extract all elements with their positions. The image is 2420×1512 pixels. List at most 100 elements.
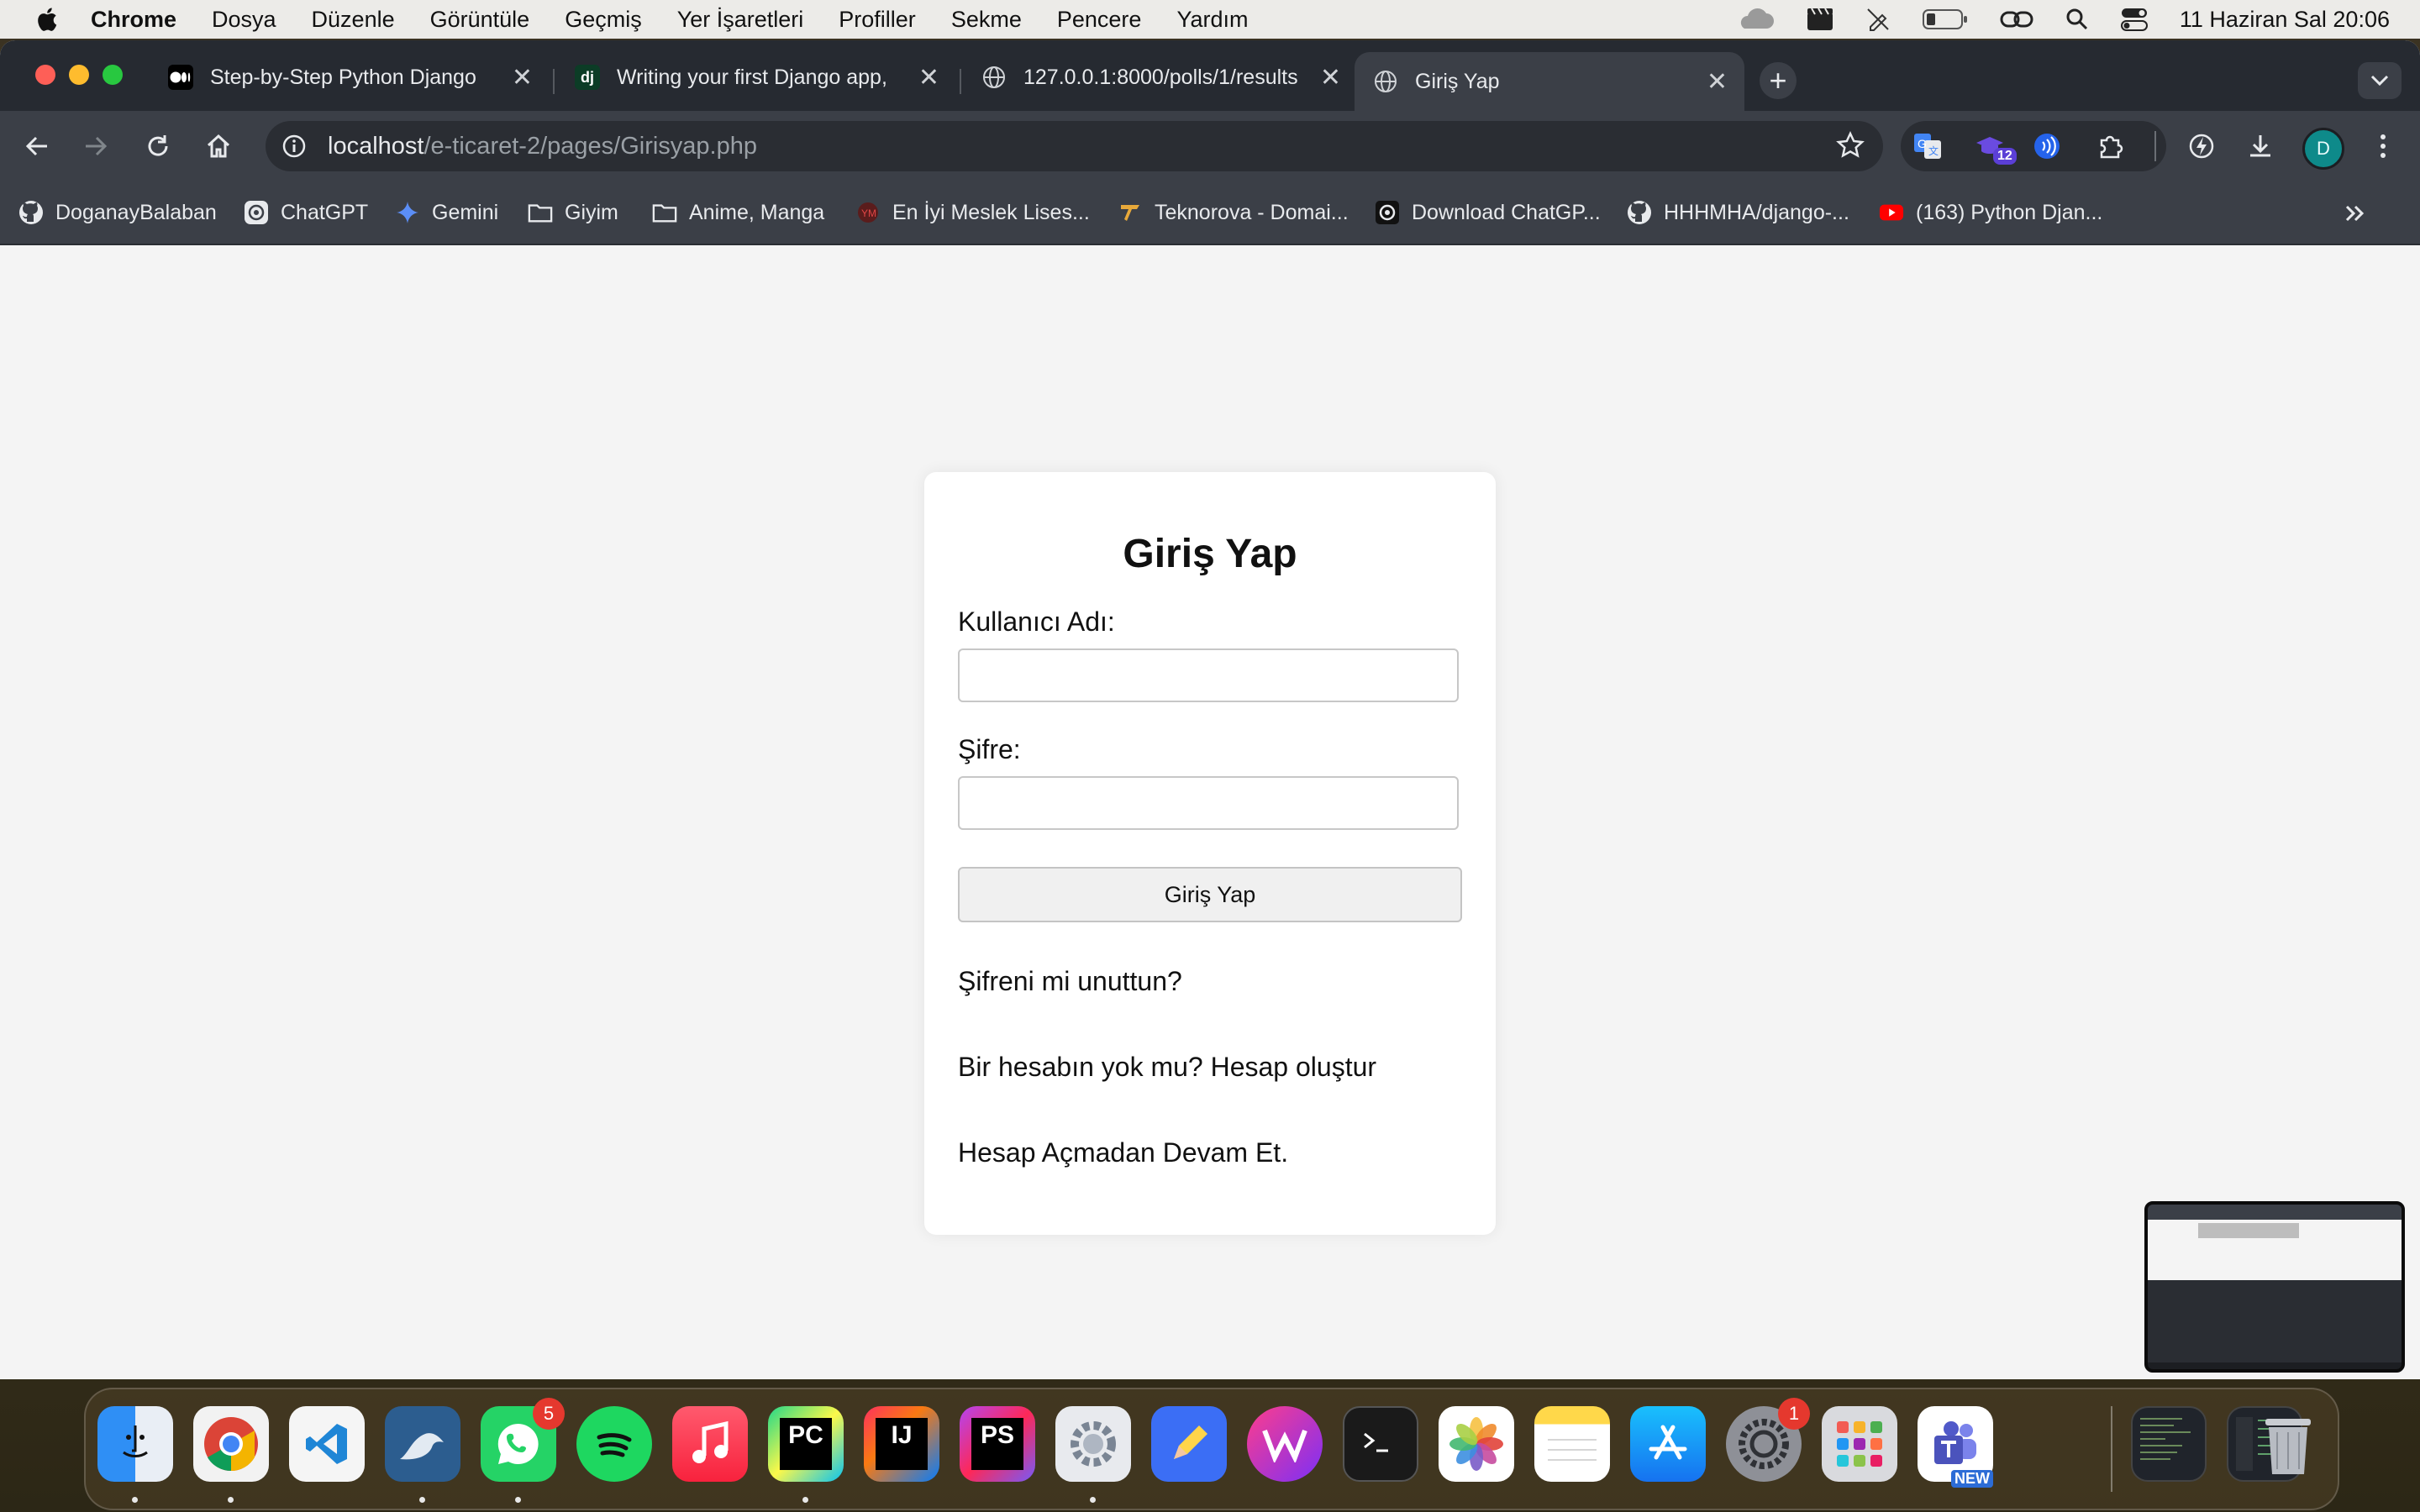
running-indicator [132, 1497, 138, 1503]
youtube-icon [1879, 200, 1904, 225]
cloud-icon[interactable] [1734, 8, 1775, 30]
bookmark-teknorova[interactable]: Teknorova - Domai... [1118, 197, 1349, 228]
chrome-menu-icon[interactable] [2363, 126, 2403, 166]
running-indicator [1090, 1497, 1096, 1503]
link-icon[interactable] [2000, 8, 2033, 31]
forward-button[interactable] [76, 126, 116, 166]
terminal-icon[interactable] [1343, 1406, 1418, 1482]
site-info-icon[interactable] [279, 131, 309, 161]
bookmark-gemini[interactable]: Gemini [395, 197, 498, 228]
audio-extension-icon[interactable] [2027, 126, 2067, 166]
menu-help[interactable]: Yardım [1176, 7, 1248, 33]
menu-app-name[interactable]: Chrome [91, 7, 176, 33]
close-tab-icon[interactable]: ✕ [1707, 67, 1728, 97]
control-center-icon[interactable] [2120, 7, 2148, 32]
bookmark-star-icon[interactable] [1836, 131, 1865, 164]
tab-polls-results[interactable]: 127.0.0.1:8000/polls/1/results ✕ [963, 52, 1358, 102]
home-button[interactable] [198, 126, 239, 166]
address-bar[interactable]: localhost/e-ticaret-2/pages/Girisyap.php [266, 121, 1883, 171]
spotlight-search-icon[interactable] [2065, 8, 2089, 31]
tab-search-button[interactable] [2358, 62, 2402, 99]
no-pen-icon[interactable] [1865, 7, 1891, 32]
bookmark-folder-anime-manga[interactable]: Anime, Manga [652, 197, 824, 228]
tab-writing-first-django-app[interactable]: dj Writing your first Django app, ✕ [556, 52, 956, 102]
reload-button[interactable] [138, 126, 178, 166]
trash-icon[interactable] [2250, 1406, 2326, 1482]
apple-icon[interactable] [34, 6, 59, 33]
menu-view[interactable]: Görüntüle [430, 7, 530, 33]
bookmark-chatgpt[interactable]: ChatGPT [244, 197, 368, 228]
notes-icon[interactable] [1534, 1406, 1610, 1482]
menu-bookmarks[interactable]: Yer İşaretleri [677, 7, 804, 33]
menu-file[interactable]: Dosya [212, 7, 276, 33]
pencil-app-icon[interactable] [1151, 1406, 1227, 1482]
app-store-icon[interactable] [1630, 1406, 1706, 1482]
login-submit-button[interactable]: Giriş Yap [958, 867, 1462, 922]
menu-tab[interactable]: Sekme [951, 7, 1022, 33]
intellij-icon[interactable]: IJ [864, 1406, 939, 1482]
tab-separator [553, 69, 555, 94]
extensions-puzzle-icon[interactable] [2091, 126, 2131, 166]
openai-icon [1375, 200, 1400, 225]
download-icon[interactable] [2240, 126, 2281, 166]
menu-edit[interactable]: Düzenle [312, 7, 395, 33]
profile-avatar[interactable]: D [2302, 128, 2344, 170]
battery-icon[interactable] [1922, 8, 1968, 30]
menu-history[interactable]: Geçmiş [565, 7, 642, 33]
create-account-link[interactable]: Bir hesabın yok mu? Hesap oluştur [958, 1052, 1376, 1083]
screenshot-thumbnail[interactable] [2144, 1201, 2405, 1373]
tab-giris-yap[interactable]: Giriş Yap ✕ [1355, 52, 1744, 111]
bookmark-hhhmha-django[interactable]: HHHMHA/django-... [1627, 197, 1849, 228]
close-tab-icon[interactable]: ✕ [918, 63, 939, 92]
mysql-workbench-icon[interactable] [385, 1406, 460, 1482]
google-translate-icon[interactable]: G文 [1907, 126, 1948, 166]
vscode-icon[interactable] [289, 1406, 365, 1482]
music-icon[interactable] [672, 1406, 748, 1482]
minimized-window-thumbnail[interactable] [2131, 1406, 2207, 1482]
clapper-icon[interactable] [1807, 8, 1833, 31]
performance-icon[interactable] [2181, 126, 2222, 166]
bookmark-doganaybalaban[interactable]: DoganayBalaban [18, 197, 217, 228]
address-url: localhost/e-ticaret-2/pages/Girisyap.php [328, 133, 757, 160]
username-input[interactable] [958, 648, 1459, 702]
page-viewport: Giriş Yap Kullanıcı Adı: Şifre: Giriş Ya… [0, 245, 2420, 1379]
bookmark-folder-giyim[interactable]: Giyim [528, 197, 618, 228]
bookmark-download-chatgpt[interactable]: Download ChatGP... [1375, 197, 1601, 228]
menu-clock[interactable]: 11 Haziran Sal 20:06 [2180, 7, 2390, 33]
more-bookmarks-chevron-icon[interactable] [2344, 198, 2366, 231]
running-indicator [802, 1497, 808, 1503]
password-input[interactable] [958, 776, 1459, 830]
gemini-icon [395, 200, 420, 225]
menu-window[interactable]: Pencere [1057, 7, 1142, 33]
site-icon: YM [855, 200, 881, 225]
spotify-icon[interactable] [576, 1406, 652, 1482]
pycharm-icon[interactable]: PC [768, 1406, 844, 1482]
settings-badge: 1 [1778, 1398, 1810, 1430]
login-title: Giriş Yap [1123, 532, 1297, 576]
finder-icon[interactable] [97, 1406, 173, 1482]
tab-title: Writing your first Django app, [617, 65, 887, 89]
forgot-password-link[interactable]: Şifreni mi unuttun? [958, 966, 1182, 997]
zoom-window-button[interactable] [103, 65, 123, 85]
new-tab-button[interactable]: + [1760, 62, 1797, 99]
tab-step-by-step-django[interactable]: Step-by-Step Python Django ✕ [150, 52, 550, 102]
system-utility-gear-icon[interactable] [1055, 1406, 1131, 1482]
svg-text:YM: YM [861, 207, 876, 219]
back-button[interactable] [17, 126, 57, 166]
phpstorm-icon[interactable]: PS [960, 1406, 1035, 1482]
close-window-button[interactable] [35, 65, 55, 85]
close-tab-icon[interactable]: ✕ [512, 63, 533, 92]
bookmark-python-django-youtube[interactable]: (163) Python Djan... [1879, 197, 2102, 228]
vectorize-app-icon[interactable] [1247, 1406, 1323, 1482]
continue-as-guest-link[interactable]: Hesap Açmadan Devam Et. [958, 1137, 1288, 1168]
extension-badge: 12 [1993, 148, 2017, 165]
photos-icon[interactable] [1439, 1406, 1514, 1482]
bookmark-meslek-lisesi[interactable]: YM En İyi Meslek Lises... [855, 197, 1090, 228]
menu-profiles[interactable]: Profiller [839, 7, 916, 33]
close-tab-icon[interactable]: ✕ [1320, 63, 1341, 92]
minimize-window-button[interactable] [69, 65, 89, 85]
pycharm-label: PC [780, 1418, 832, 1470]
password-label: Şifre: [958, 734, 1021, 764]
chrome-icon[interactable] [193, 1406, 269, 1482]
launchpad-icon[interactable] [1822, 1406, 1897, 1482]
